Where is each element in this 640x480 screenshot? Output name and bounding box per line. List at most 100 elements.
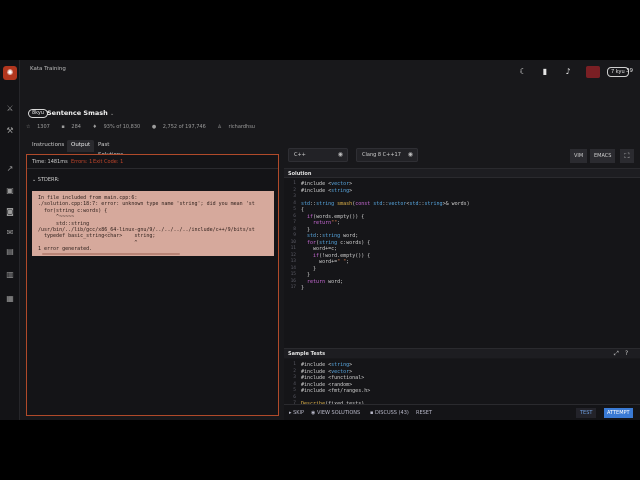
leaderboard-icon[interactable]: ↗	[5, 164, 15, 174]
star-icon: ☆	[26, 124, 31, 130]
notes-icon[interactable]: ▦	[5, 294, 15, 304]
test-button[interactable]: TEST	[576, 408, 597, 418]
tab-past-solutions[interactable]: Past Solutions	[94, 140, 127, 158]
solution-title: Solution	[288, 171, 312, 177]
line-number: 11	[290, 246, 296, 251]
satisfaction-stat: ♦ 93% of 10,830	[92, 124, 141, 130]
comments-icon: ▪	[61, 124, 65, 130]
code-line: }	[301, 226, 311, 233]
kata-list-icon[interactable]: ▣	[5, 186, 15, 196]
horizontal-scrollbar[interactable]	[42, 253, 180, 255]
line-number: 2	[293, 187, 296, 193]
avatar[interactable]	[586, 66, 600, 78]
vim-mode-button[interactable]: VIM	[570, 149, 588, 163]
chevron-down-icon: ◉	[337, 151, 343, 158]
bell-icon[interactable]: ♪	[563, 67, 573, 77]
kata-title: Sentence Smash ⌄	[47, 109, 114, 119]
code-line: std::string word;	[307, 233, 359, 239]
stderr-box: In file included from main.cpp:6: ./solu…	[32, 191, 274, 256]
line-number: 3	[293, 194, 296, 199]
action-bar: ▸ SKIP ◉ VIEW SOLUTIONS ▪ DISCUSS (43) R…	[284, 404, 640, 420]
stars-stat: ☆ 1307	[26, 124, 50, 130]
breadcrumb[interactable]: Kata Training	[30, 66, 66, 72]
fullscreen-icon[interactable]: ⛶	[620, 149, 634, 163]
discuss-button[interactable]: ▪ DISCUSS (43)	[370, 410, 409, 416]
codewars-logo-icon[interactable]: ✺	[3, 66, 17, 80]
line-number: 8	[293, 226, 296, 232]
expand-icon[interactable]: ⤢	[614, 350, 619, 358]
line-number: 13	[290, 259, 296, 264]
errors-count[interactable]: Errors: 1	[71, 159, 92, 165]
code-line: return word;	[307, 278, 344, 285]
code-line: for(string c:words) {	[307, 239, 371, 246]
kata-stats: ☆ 1307 ▪ 284 ♦ 93% of 10,830 ● 2,752 of …	[26, 124, 265, 130]
messages-icon[interactable]: ✉	[5, 228, 15, 238]
line-number: 4	[293, 200, 296, 206]
skip-button[interactable]: ▸ SKIP	[289, 410, 304, 416]
version-select[interactable]: Clang 8 C++17 ◉	[356, 148, 418, 162]
line-number: 1	[293, 362, 296, 367]
line-number: 6	[293, 394, 296, 400]
exit-code[interactable]: Exit Code: 1	[93, 159, 123, 165]
code-line: }	[301, 285, 305, 291]
code-line: #include <string>	[301, 362, 353, 368]
sample-tests-editor[interactable]: 1 #include <string> 2 #include <vector> 3 #in…	[284, 359, 640, 404]
help-icon[interactable]: ?	[625, 350, 628, 357]
emacs-mode-button[interactable]: EMACS	[590, 149, 616, 163]
sample-tests-title: Sample Tests	[288, 351, 326, 357]
view-solutions-button[interactable]: ◉ VIEW SOLUTIONS	[311, 410, 360, 416]
attempt-button[interactable]: ATTEMPT	[604, 408, 633, 418]
completed-icon: ●	[151, 124, 157, 130]
solution-editor[interactable]: 1 #include <vector> 2 #include <string> 3 4 st…	[284, 178, 640, 348]
editor-panel: C++ ◉ Clang 8 C++17 ◉ VIM EMACS ⛶ Soluti…	[284, 86, 640, 420]
code-line: #include <fmt/ranges.h>	[301, 388, 371, 394]
thumb-icon: ♦	[92, 124, 98, 130]
code-line: #include <string>	[301, 187, 353, 194]
line-number: 17	[290, 285, 296, 290]
stderr-label: ⌄ STDERR:	[32, 177, 60, 183]
reset-button[interactable]: RESET	[416, 410, 432, 416]
code-line: word+=" ";	[301, 259, 350, 265]
code-line: #include <random>	[301, 381, 353, 388]
train-icon[interactable]: ⚔	[5, 104, 15, 114]
code-line: {	[301, 207, 305, 213]
code-line: word+=c;	[301, 246, 338, 252]
code-line: #include <functional>	[301, 375, 365, 381]
docs-icon[interactable]: ▤	[5, 247, 15, 257]
practice-icon[interactable]: ⚒	[5, 126, 15, 136]
sample-tests-bar: Sample Tests ⤢ ?	[284, 348, 640, 358]
chat-icon[interactable]: ◙	[5, 207, 15, 217]
language-select[interactable]: C++ ◉	[288, 148, 348, 162]
line-number: 14	[290, 265, 296, 271]
line-number: 1	[293, 181, 296, 186]
moon-icon[interactable]: ☾	[518, 67, 528, 77]
code-line: if(!word.empty()) {	[313, 252, 371, 259]
book-icon[interactable]: ▥	[5, 270, 15, 280]
code-line: }	[301, 265, 317, 272]
line-number: 3	[293, 375, 296, 380]
chevron-down-icon[interactable]: ⌄	[32, 177, 36, 183]
code-line: std::string smash(const std::vector<std:…	[301, 200, 470, 207]
line-number: 7	[293, 220, 296, 225]
line-number: 5	[293, 207, 296, 212]
line-number: 16	[290, 278, 296, 284]
line-number: 9	[293, 233, 296, 238]
run-time: Time: 1481ms	[32, 159, 68, 165]
chevron-down-icon[interactable]: ⌄	[110, 111, 114, 117]
code-line: #include <vector>	[301, 181, 353, 187]
honor-count: 39	[626, 68, 633, 74]
tab-instructions[interactable]: Instructions	[28, 140, 68, 152]
line-number: 5	[293, 388, 296, 393]
description-panel: 8kyu Sentence Smash ⌄ ☆ 1307 ▪ 284 ♦ 93%…	[20, 86, 284, 420]
code-line: if(words.empty()) {	[307, 213, 365, 220]
code-line: return"";	[313, 220, 341, 226]
kyu-badge: 8kyu	[28, 109, 49, 118]
solution-bar: Solution	[284, 168, 640, 178]
code-line: #include <vector>	[301, 368, 353, 375]
line-number: 15	[290, 272, 296, 277]
tab-output[interactable]: Output	[67, 140, 95, 152]
bookmark-icon[interactable]: ▮	[540, 67, 550, 77]
comments-stat: ▪ 284	[61, 124, 81, 130]
output-box: Time: 1481ms Errors: 1 Exit Code: 1 ⌄ ST…	[26, 154, 279, 416]
line-number: 12	[290, 252, 296, 258]
